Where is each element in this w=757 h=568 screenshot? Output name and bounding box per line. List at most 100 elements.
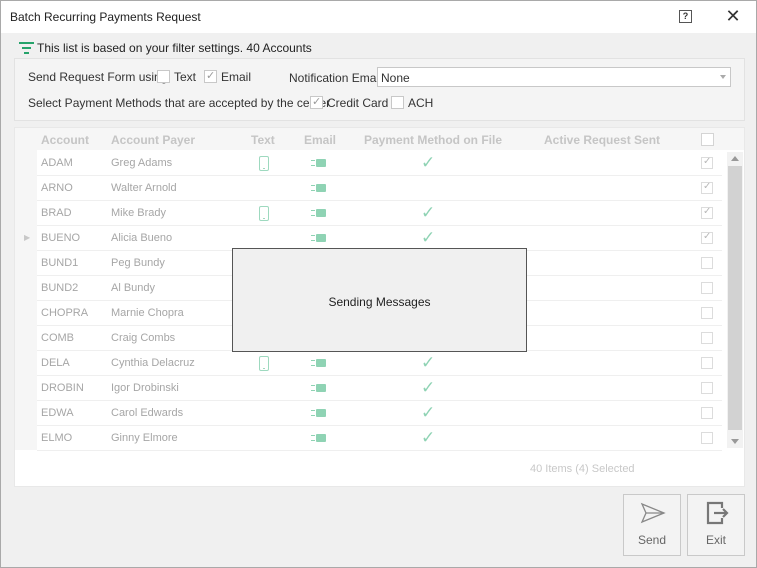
row-select-checkbox[interactable] <box>701 282 713 294</box>
table-row[interactable]: ARNO Walter Arnold <box>37 176 722 201</box>
scroll-down-icon[interactable] <box>731 439 739 444</box>
account-payer-cell: Ginny Elmore <box>111 432 178 444</box>
row-select-checkbox[interactable] <box>701 332 713 344</box>
title-bar: Batch Recurring Payments Request ? ✕ <box>1 1 756 33</box>
grid-header: Account Account Payer Text Email Payment… <box>15 128 744 150</box>
select-all-checkbox[interactable] <box>701 133 714 146</box>
account-payer-cell: Carol Edwards <box>111 407 184 419</box>
send-button-label: Send <box>637 533 667 547</box>
account-payer-cell: Igor Drobinski <box>111 382 179 394</box>
row-select-checkbox[interactable] <box>701 357 713 369</box>
account-cell: DROBIN <box>41 382 84 394</box>
column-header-active-request[interactable]: Active Request Sent <box>544 133 660 147</box>
email-sent-icon <box>311 183 327 193</box>
sending-messages-overlay: Sending Messages <box>232 248 527 352</box>
email-sent-icon <box>311 383 327 393</box>
scroll-up-icon[interactable] <box>731 156 739 161</box>
exit-icon <box>706 501 729 525</box>
send-button[interactable]: Send <box>623 494 681 556</box>
table-row[interactable]: DROBIN Igor Drobinski ✓ <box>37 376 722 401</box>
checkmark-icon: ✓ <box>421 428 436 447</box>
account-payer-cell: Alicia Bueno <box>111 232 173 244</box>
mobile-phone-icon <box>259 356 269 371</box>
exit-button[interactable]: Exit <box>687 494 745 556</box>
account-cell: BUND2 <box>41 282 79 294</box>
checkmark-icon: ✓ <box>421 353 436 372</box>
account-cell: ADAM <box>41 157 73 169</box>
account-payer-cell: Al Bundy <box>111 282 156 294</box>
account-payer-cell: Mike Brady <box>111 207 167 219</box>
account-cell: BUENO <box>41 232 81 244</box>
text-checkbox-label: Text <box>174 70 197 84</box>
dropdown-arrow-icon <box>720 75 726 79</box>
help-button[interactable]: ? <box>679 10 692 23</box>
checkmark-icon: ✓ <box>421 228 436 247</box>
row-select-checkbox[interactable] <box>701 257 713 269</box>
table-row[interactable]: DELA Cynthia Delacruz ✓ <box>37 351 722 376</box>
current-row-indicator-icon: ▶ <box>24 233 31 242</box>
filter-text: This list is based on your filter settin… <box>37 41 312 55</box>
selection-summary: 40 Items (4) Selected <box>530 463 635 475</box>
column-header-text[interactable]: Text <box>251 133 275 147</box>
table-row[interactable]: ELMO Ginny Elmore ✓ <box>37 426 722 451</box>
account-payer-cell: Marnie Chopra <box>111 307 184 319</box>
checkmark-icon: ✓ <box>421 203 436 222</box>
row-select-checkbox[interactable] <box>701 382 713 394</box>
account-cell: DELA <box>41 357 70 369</box>
row-select-checkbox[interactable] <box>701 156 713 169</box>
account-cell: ELMO <box>41 432 73 444</box>
column-header-account[interactable]: Account <box>41 133 89 147</box>
account-cell: BUND1 <box>41 257 79 269</box>
checkmark-icon: ✓ <box>421 153 436 172</box>
send-form-label: Send Request Form using <box>28 70 168 84</box>
mobile-phone-icon <box>259 206 269 221</box>
text-checkbox[interactable] <box>157 70 170 83</box>
account-payer-cell: Cynthia Delacruz <box>111 357 195 369</box>
column-header-email[interactable]: Email <box>304 133 336 147</box>
table-row[interactable]: EDWA Carol Edwards ✓ <box>37 401 722 426</box>
email-sent-icon <box>311 208 327 218</box>
exit-button-label: Exit <box>705 533 726 547</box>
options-panel: Send Request Form using Text Email Notif… <box>14 58 745 121</box>
row-select-checkbox[interactable] <box>701 181 713 194</box>
window-title: Batch Recurring Payments Request <box>10 10 201 24</box>
filter-icon <box>19 42 34 54</box>
account-cell: ARNO <box>41 182 73 194</box>
notification-email-dropdown[interactable]: None <box>377 67 731 87</box>
credit-card-label: Credit Card <box>327 96 389 110</box>
email-sent-icon <box>311 433 327 443</box>
send-icon <box>640 502 666 524</box>
scroll-thumb[interactable] <box>728 166 742 430</box>
notification-email-label: Notification Email <box>289 71 382 85</box>
sending-messages-text: Sending Messages <box>328 295 431 309</box>
vertical-scrollbar[interactable] <box>727 152 743 448</box>
row-select-checkbox[interactable] <box>701 432 713 444</box>
account-cell: EDWA <box>41 407 74 419</box>
column-header-account-payer[interactable]: Account Payer <box>111 133 195 147</box>
close-button[interactable]: ✕ <box>721 6 745 28</box>
table-row[interactable]: ADAM Greg Adams ✓ <box>37 151 722 176</box>
account-payer-cell: Walter Arnold <box>111 182 177 194</box>
ach-checkbox[interactable] <box>391 96 404 109</box>
notification-email-value: None <box>381 71 410 85</box>
email-sent-icon <box>311 158 327 168</box>
row-select-checkbox[interactable] <box>701 407 713 419</box>
email-checkbox-label: Email <box>221 70 252 84</box>
row-select-checkbox[interactable] <box>701 231 713 244</box>
account-cell: COMB <box>41 332 74 344</box>
email-sent-icon <box>311 233 327 243</box>
credit-card-checkbox[interactable] <box>310 95 323 109</box>
email-sent-icon <box>311 358 327 368</box>
email-sent-icon <box>311 408 327 418</box>
batch-payments-dialog: Batch Recurring Payments Request ? ✕ Thi… <box>0 0 757 568</box>
checkmark-icon: ✓ <box>421 403 436 422</box>
account-payer-cell: Greg Adams <box>111 157 173 169</box>
email-checkbox[interactable] <box>204 69 217 83</box>
account-payer-cell: Peg Bundy <box>111 257 165 269</box>
table-row[interactable]: BRAD Mike Brady ✓ <box>37 201 722 226</box>
payment-methods-label: Select Payment Methods that are accepted… <box>28 96 331 110</box>
row-select-checkbox[interactable] <box>701 206 713 219</box>
ach-label: ACH <box>408 96 434 110</box>
column-header-payment-method[interactable]: Payment Method on File <box>364 133 502 147</box>
row-select-checkbox[interactable] <box>701 307 713 319</box>
